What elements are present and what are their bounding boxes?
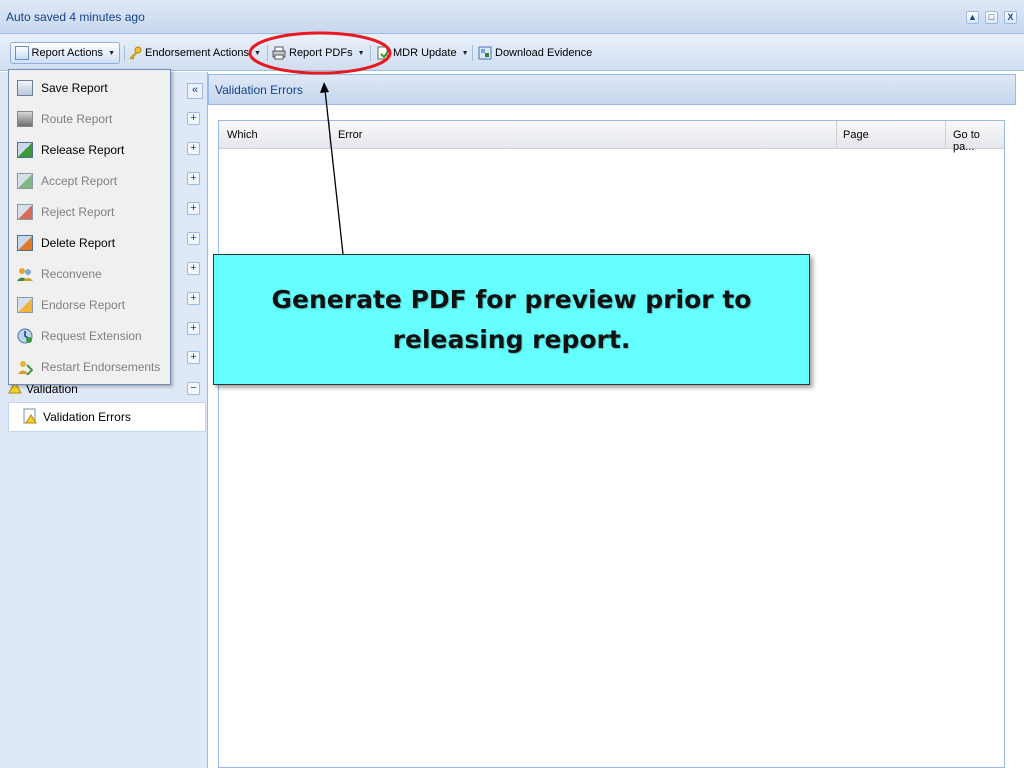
expand-section-button[interactable]: +: [187, 262, 200, 275]
expand-section-button[interactable]: +: [187, 292, 200, 305]
chevron-down-icon: ▼: [461, 49, 469, 57]
menu-item-label: Request Extension: [41, 328, 142, 343]
expand-section-button[interactable]: +: [187, 112, 200, 125]
menu-item-reconvene[interactable]: Reconvene: [9, 258, 170, 289]
route-report-icon: [17, 110, 33, 127]
annotation-callout: Generate PDF for preview prior to releas…: [213, 254, 810, 385]
printer-icon: [272, 46, 286, 60]
menu-item-save-report[interactable]: Save Report: [9, 72, 170, 103]
accept-report-icon: [17, 172, 33, 189]
collapse-section-button[interactable]: −: [187, 382, 200, 395]
menu-item-label: Route Report: [41, 111, 113, 126]
request-extension-icon: [17, 328, 33, 344]
column-divider[interactable]: [329, 121, 330, 149]
chevron-down-icon: ▼: [108, 49, 115, 57]
column-header-which[interactable]: Which: [227, 129, 258, 141]
menu-item-route-report[interactable]: Route Report: [9, 103, 170, 134]
endorsement-actions-button[interactable]: Endorsement Actions ▼: [128, 42, 261, 64]
expand-section-button[interactable]: +: [187, 322, 200, 335]
mdr-update-button[interactable]: MDR Update ▼: [376, 42, 469, 64]
validation-errors-grid: Which Error Page Go to pa...: [218, 120, 1005, 768]
menu-item-accept-report[interactable]: Accept Report: [9, 165, 170, 196]
report-actions-label: Report Actions: [31, 47, 104, 59]
menu-item-request-extension[interactable]: Request Extension: [9, 320, 170, 351]
expand-section-button[interactable]: +: [187, 202, 200, 215]
panel-title: Validation Errors: [215, 83, 303, 97]
autosave-status: Auto saved 4 minutes ago: [6, 10, 145, 24]
chevron-down-icon: ▼: [357, 49, 365, 57]
menu-item-label: Reject Report: [41, 204, 115, 219]
toolbar-separator: [472, 45, 473, 61]
menu-item-label: Save Report: [41, 80, 108, 95]
document-check-icon: [376, 46, 390, 60]
report-pdfs-label: Report PDFs: [289, 47, 353, 59]
validation-errors-nav-item[interactable]: Validation Errors: [8, 402, 206, 432]
endorse-report-icon: [17, 296, 33, 313]
report-actions-menu: Save Report Route Report Release Report …: [8, 69, 171, 385]
menu-item-label: Delete Report: [41, 235, 116, 250]
download-evidence-icon: [478, 46, 492, 60]
delete-report-icon: [17, 234, 33, 251]
column-divider[interactable]: [836, 121, 837, 149]
chevron-down-icon: ▼: [253, 49, 261, 57]
menu-item-label: Reconvene: [41, 266, 102, 281]
grid-header-row: Which Error Page Go to pa...: [219, 121, 1004, 153]
report-pdfs-button[interactable]: Report PDFs ▼: [272, 42, 365, 64]
column-header-go-to-page[interactable]: Go to pa...: [953, 129, 1004, 153]
validation-errors-nav-label: Validation Errors: [43, 410, 131, 424]
annotation-text: Generate PDF for preview prior to releas…: [271, 284, 752, 354]
maximize-window-button[interactable]: □: [985, 11, 998, 24]
minimize-window-button[interactable]: ▲: [966, 11, 979, 24]
mdr-update-label: MDR Update: [393, 47, 457, 59]
endorsement-actions-label: Endorsement Actions: [145, 47, 249, 59]
expand-section-button[interactable]: +: [187, 232, 200, 245]
menu-item-label: Restart Endorsements: [41, 359, 161, 374]
download-evidence-label: Download Evidence: [495, 47, 593, 59]
menu-item-label: Release Report: [41, 142, 125, 157]
reconvene-icon: [17, 266, 33, 282]
menu-item-label: Accept Report: [41, 173, 118, 188]
report-actions-icon: [15, 46, 29, 60]
key-icon: [128, 46, 142, 60]
toolbar-separator: [370, 45, 371, 61]
column-header-error[interactable]: Error: [338, 129, 362, 141]
column-divider[interactable]: [945, 121, 946, 149]
menu-item-delete-report[interactable]: Delete Report: [9, 227, 170, 258]
reject-report-icon: [17, 203, 33, 220]
expand-section-button[interactable]: +: [187, 172, 200, 185]
menu-item-release-report[interactable]: Release Report: [9, 134, 170, 165]
save-report-icon: [17, 79, 33, 96]
menu-item-endorse-report[interactable]: Endorse Report: [9, 289, 170, 320]
toolbar-separator: [267, 45, 268, 61]
download-evidence-button[interactable]: Download Evidence: [478, 42, 592, 64]
column-header-page[interactable]: Page: [843, 129, 869, 141]
validation-errors-panel-header: Validation Errors: [208, 74, 1016, 105]
window-titlebar: Auto saved 4 minutes ago ▲ □ X: [0, 0, 1024, 34]
document-warning-icon: [23, 408, 37, 427]
menu-item-reject-report[interactable]: Reject Report: [9, 196, 170, 227]
main-toolbar: Report Actions ▼ Endorsement Actions ▼ R…: [0, 34, 1024, 71]
toolbar-separator: [124, 45, 125, 61]
close-window-button[interactable]: X: [1004, 11, 1017, 24]
restart-endorsements-icon: [17, 359, 34, 376]
expand-section-button[interactable]: +: [187, 351, 200, 364]
report-actions-button[interactable]: Report Actions ▼: [10, 42, 120, 64]
release-report-icon: [17, 141, 33, 158]
menu-item-restart-endorsements[interactable]: Restart Endorsements: [9, 351, 170, 382]
expand-section-button[interactable]: +: [187, 142, 200, 155]
collapse-panel-button[interactable]: «: [187, 83, 203, 99]
menu-item-label: Endorse Report: [41, 297, 126, 312]
